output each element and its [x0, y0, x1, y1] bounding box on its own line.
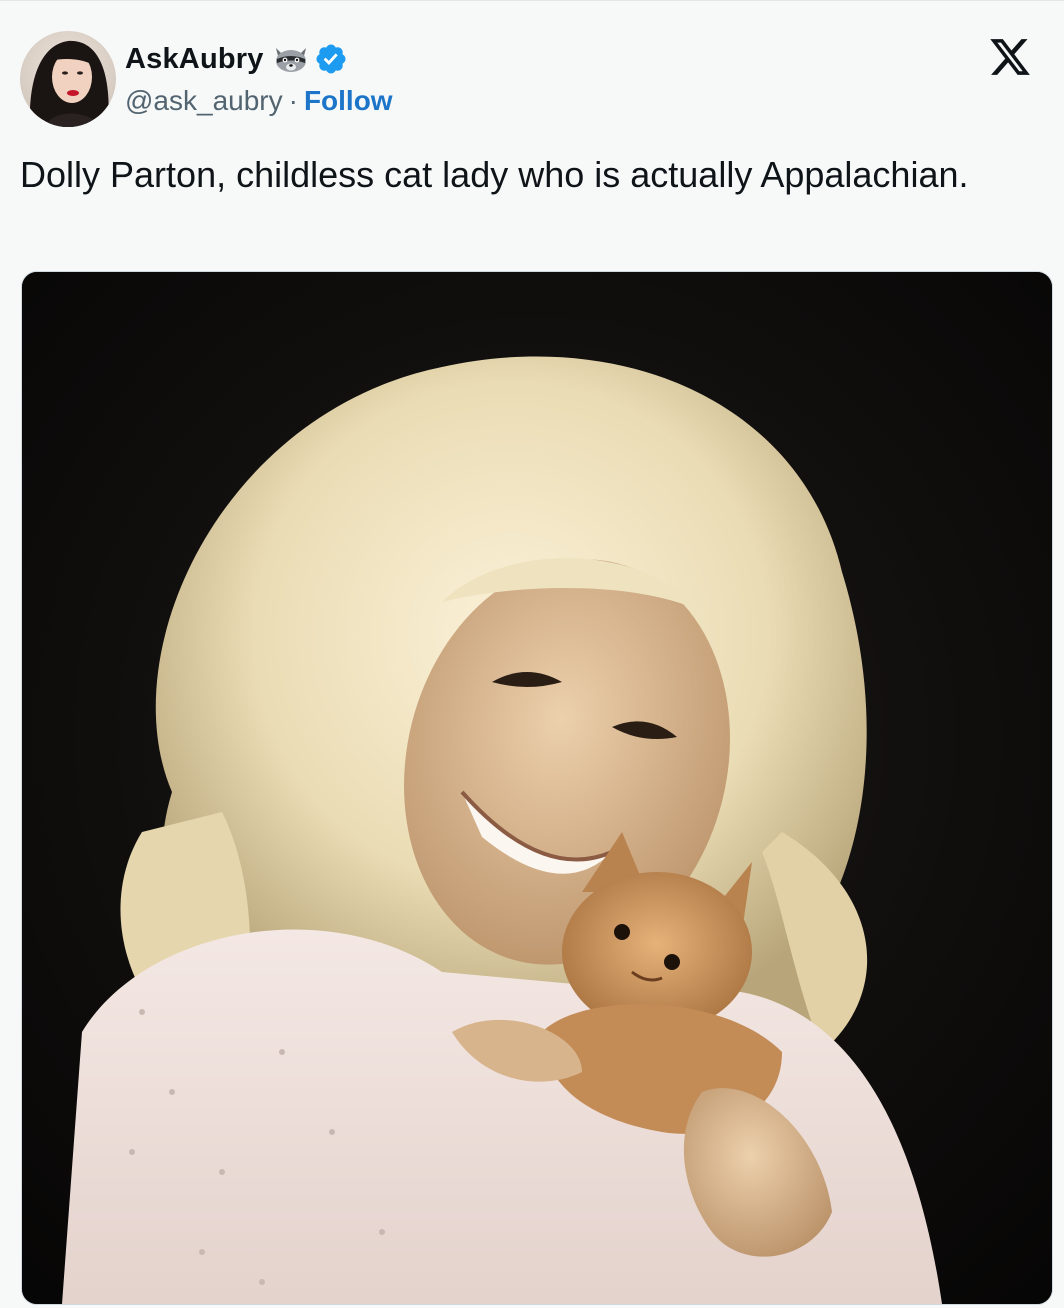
- tweet-photo[interactable]: [21, 271, 1053, 1305]
- author-display-name[interactable]: AskAubry: [125, 43, 264, 76]
- author-avatar[interactable]: [20, 31, 116, 127]
- tweet-header: AskAubry @ask_aubry · Follow: [20, 31, 1044, 127]
- photo-illustration: [22, 272, 1052, 1304]
- handle-row: @ask_aubry · Follow: [125, 85, 393, 117]
- raccoon-emoji-icon: [272, 44, 310, 74]
- author-info: AskAubry @ask_aubry · Follow: [125, 41, 393, 117]
- verified-badge-icon[interactable]: [314, 42, 348, 76]
- author-handle[interactable]: @ask_aubry: [125, 85, 283, 117]
- follow-link[interactable]: Follow: [304, 85, 393, 117]
- x-logo-icon[interactable]: [988, 35, 1032, 79]
- name-row: AskAubry: [125, 41, 393, 77]
- tweet-text: Dolly Parton, childless cat lady who is …: [20, 154, 969, 195]
- tweet-embed-card: AskAubry @ask_aubry · Follow Dolly Parto…: [0, 0, 1064, 1308]
- separator-dot: ·: [288, 85, 298, 116]
